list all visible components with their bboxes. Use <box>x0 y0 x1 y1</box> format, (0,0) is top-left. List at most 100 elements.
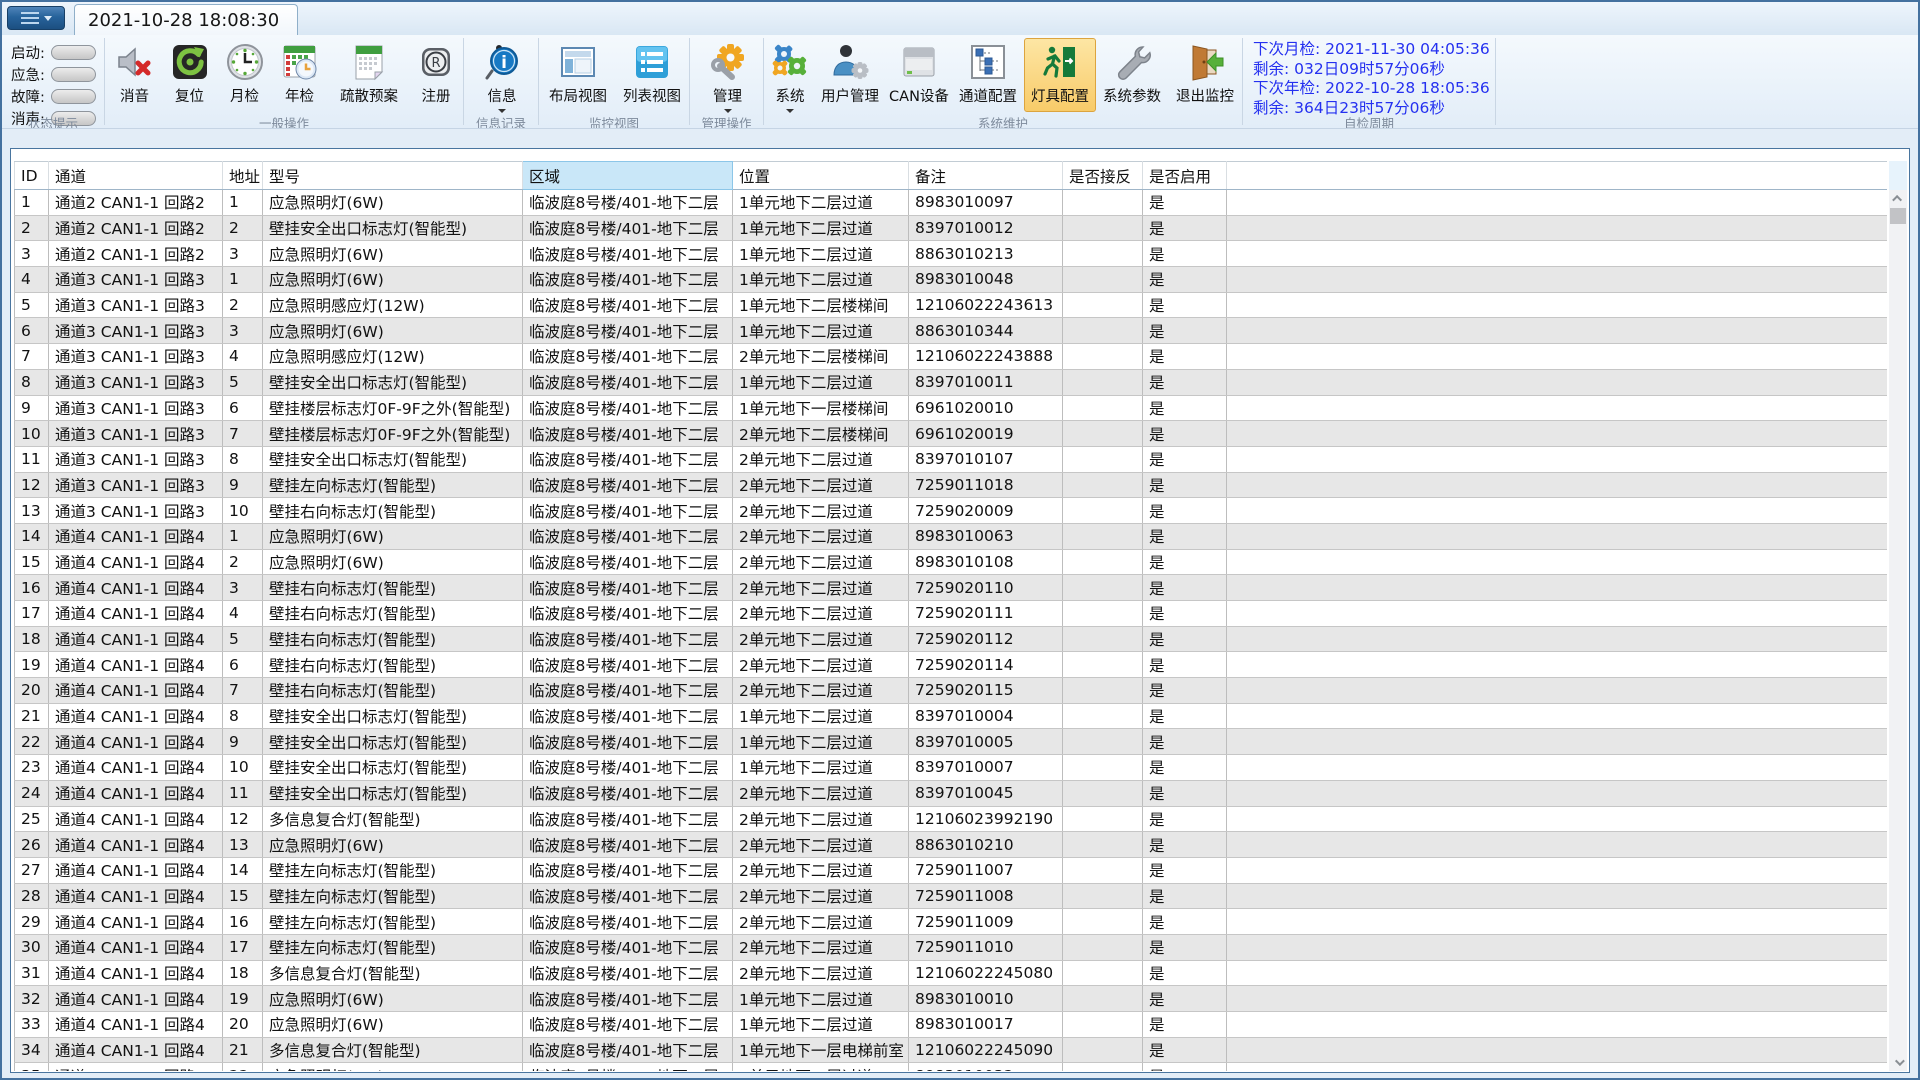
table-cell[interactable]: 临波庭8号楼/401-地下二层 <box>523 318 733 344</box>
table-cell[interactable]: 临波庭8号楼/401-地下二层 <box>523 729 733 755</box>
table-cell[interactable]: 22 <box>223 1063 263 1071</box>
table-row[interactable]: 20通道4 CAN1-1 回路47壁挂右向标志灯(智能型)临波庭8号楼/401-… <box>15 678 1888 704</box>
table-cell[interactable]: 通道4 CAN1-1 回路4 <box>49 755 223 781</box>
table-cell[interactable]: 4 <box>223 601 263 627</box>
table-cell[interactable]: 22 <box>15 729 49 755</box>
table-cell[interactable]: 通道3 CAN1-1 回路3 <box>49 292 223 318</box>
table-cell[interactable]: 通道4 CAN1-1 回路4 <box>49 626 223 652</box>
table-cell[interactable]: 通道4 CAN1-1 回路4 <box>49 703 223 729</box>
evacuation-plan-button[interactable]: 疏散预案 <box>327 38 411 112</box>
table-row[interactable]: 16通道4 CAN1-1 回路43壁挂右向标志灯(智能型)临波庭8号楼/401-… <box>15 575 1888 601</box>
table-cell[interactable]: 30 <box>15 934 49 960</box>
table-cell[interactable] <box>1063 318 1143 344</box>
table-cell[interactable]: 1 <box>223 523 263 549</box>
table-cell[interactable]: 1 <box>223 190 263 216</box>
table-cell[interactable]: 壁挂左向标志灯(智能型) <box>263 934 523 960</box>
table-cell[interactable]: 临波庭8号楼/401-地下二层 <box>523 934 733 960</box>
table-cell[interactable]: 8983010108 <box>909 549 1063 575</box>
table-row[interactable]: 4通道3 CAN1-1 回路31应急照明灯(6W)临波庭8号楼/401-地下二层… <box>15 267 1888 293</box>
table-cell[interactable] <box>1063 601 1143 627</box>
table-cell[interactable]: 2 <box>223 215 263 241</box>
table-cell[interactable] <box>1227 1063 1888 1071</box>
table-cell[interactable]: 8863010344 <box>909 318 1063 344</box>
table-row[interactable]: 8通道3 CAN1-1 回路35壁挂安全出口标志灯(智能型)临波庭8号楼/401… <box>15 369 1888 395</box>
table-cell[interactable]: 2单元地下二层过道 <box>733 934 909 960</box>
table-row[interactable]: 26通道4 CAN1-1 回路413应急照明灯(6W)临波庭8号楼/401-地下… <box>15 832 1888 858</box>
table-cell[interactable] <box>1063 832 1143 858</box>
table-cell[interactable] <box>1227 190 1888 216</box>
table-cell[interactable]: 5 <box>223 626 263 652</box>
table-cell[interactable]: 是 <box>1143 934 1227 960</box>
table-cell[interactable]: 20 <box>223 1012 263 1038</box>
table-cell[interactable]: 壁挂右向标志灯(智能型) <box>263 626 523 652</box>
table-cell[interactable]: 临波庭8号楼/401-地下二层 <box>523 1012 733 1038</box>
table-cell[interactable]: 应急照明灯(6W) <box>263 318 523 344</box>
table-cell[interactable]: 28 <box>15 883 49 909</box>
table-cell[interactable]: 34 <box>15 1037 49 1063</box>
table-cell[interactable]: 11 <box>223 780 263 806</box>
table-cell[interactable]: 35 <box>15 1063 49 1071</box>
table-cell[interactable]: 是 <box>1143 344 1227 370</box>
table-cell[interactable]: 是 <box>1143 652 1227 678</box>
app-menu-button[interactable] <box>7 6 65 30</box>
table-cell[interactable]: 临波庭8号楼/401-地下二层 <box>523 1063 733 1071</box>
table-cell[interactable]: 1单元地下二层过道 <box>733 755 909 781</box>
table-row[interactable]: 9通道3 CAN1-1 回路36壁挂楼层标志灯0F-9F之外(智能型)临波庭8号… <box>15 395 1888 421</box>
table-cell[interactable] <box>1227 678 1888 704</box>
table-cell[interactable] <box>1227 934 1888 960</box>
table-cell[interactable]: 临波庭8号楼/401-地下二层 <box>523 883 733 909</box>
table-cell[interactable]: 8397010007 <box>909 755 1063 781</box>
table-cell[interactable]: 壁挂左向标志灯(智能型) <box>263 883 523 909</box>
table-cell[interactable] <box>1063 780 1143 806</box>
table-cell[interactable] <box>1227 1037 1888 1063</box>
table-cell[interactable]: 7259020009 <box>909 498 1063 524</box>
table-cell[interactable]: 通道4 CAN1-1 回路4 <box>49 780 223 806</box>
table-cell[interactable]: 15 <box>223 883 263 909</box>
table-cell[interactable]: 13 <box>15 498 49 524</box>
table-cell[interactable]: 应急照明灯(6W) <box>263 241 523 267</box>
table-cell[interactable]: 17 <box>15 601 49 627</box>
info-dropdown-button[interactable]: i 信息 <box>472 38 532 112</box>
table-cell[interactable]: 10 <box>223 498 263 524</box>
table-cell[interactable]: 通道4 CAN1-1 回路4 <box>49 678 223 704</box>
table-cell[interactable]: 8863010213 <box>909 241 1063 267</box>
table-row[interactable]: 29通道4 CAN1-1 回路416壁挂左向标志灯(智能型)临波庭8号楼/401… <box>15 909 1888 935</box>
table-cell[interactable]: 通道4 CAN1-1 回路4 <box>49 883 223 909</box>
table-cell[interactable]: 通道3 CAN1-1 回路3 <box>49 318 223 344</box>
table-row[interactable]: 21通道4 CAN1-1 回路48壁挂安全出口标志灯(智能型)临波庭8号楼/40… <box>15 703 1888 729</box>
table-row[interactable]: 7通道3 CAN1-1 回路34应急照明感应灯(12W)临波庭8号楼/401-地… <box>15 344 1888 370</box>
table-cell[interactable]: 通道2 CAN1-1 回路2 <box>49 190 223 216</box>
table-cell[interactable] <box>1227 292 1888 318</box>
table-cell[interactable]: 通道4 CAN1-1 回路4 <box>49 575 223 601</box>
table-row[interactable]: 5通道3 CAN1-1 回路32应急照明感应灯(12W)临波庭8号楼/401-地… <box>15 292 1888 318</box>
table-cell[interactable]: 6 <box>223 652 263 678</box>
table-cell[interactable] <box>1063 215 1143 241</box>
table-cell[interactable]: 壁挂左向标志灯(智能型) <box>263 472 523 498</box>
table-cell[interactable]: 临波庭8号楼/401-地下二层 <box>523 857 733 883</box>
table-cell[interactable]: 14 <box>15 523 49 549</box>
table-cell[interactable]: 19 <box>223 986 263 1012</box>
table-cell[interactable]: 是 <box>1143 395 1227 421</box>
table-cell[interactable]: 9 <box>223 472 263 498</box>
table-cell[interactable]: 18 <box>223 960 263 986</box>
table-cell[interactable] <box>1063 883 1143 909</box>
system-params-button[interactable]: 系统参数 <box>1096 38 1168 112</box>
table-row[interactable]: 31通道4 CAN1-1 回路418多信息复合灯(智能型)临波庭8号楼/401-… <box>15 960 1888 986</box>
table-cell[interactable]: 壁挂安全出口标志灯(智能型) <box>263 215 523 241</box>
table-cell[interactable] <box>1063 267 1143 293</box>
table-cell[interactable]: 通道3 CAN1-1 回路3 <box>49 344 223 370</box>
table-cell[interactable] <box>1063 1037 1143 1063</box>
column-header-remark[interactable]: 备注 <box>909 162 1063 190</box>
table-cell[interactable]: 通道4 CAN1-1 回路4 <box>49 1063 223 1071</box>
table-cell[interactable]: 壁挂安全出口标志灯(智能型) <box>263 703 523 729</box>
table-cell[interactable]: 是 <box>1143 190 1227 216</box>
table-cell[interactable]: 壁挂安全出口标志灯(智能型) <box>263 369 523 395</box>
table-row[interactable]: 1通道2 CAN1-1 回路21应急照明灯(6W)临波庭8号楼/401-地下二层… <box>15 190 1888 216</box>
table-cell[interactable]: 2单元地下二层过道 <box>733 523 909 549</box>
table-cell[interactable]: 18 <box>15 626 49 652</box>
table-cell[interactable]: 壁挂安全出口标志灯(智能型) <box>263 780 523 806</box>
table-cell[interactable]: 临波庭8号楼/401-地下二层 <box>523 523 733 549</box>
table-cell[interactable]: 17 <box>223 934 263 960</box>
table-cell[interactable]: 7259020110 <box>909 575 1063 601</box>
window-tab[interactable]: 2021-10-28 18:08:30 <box>74 4 298 36</box>
